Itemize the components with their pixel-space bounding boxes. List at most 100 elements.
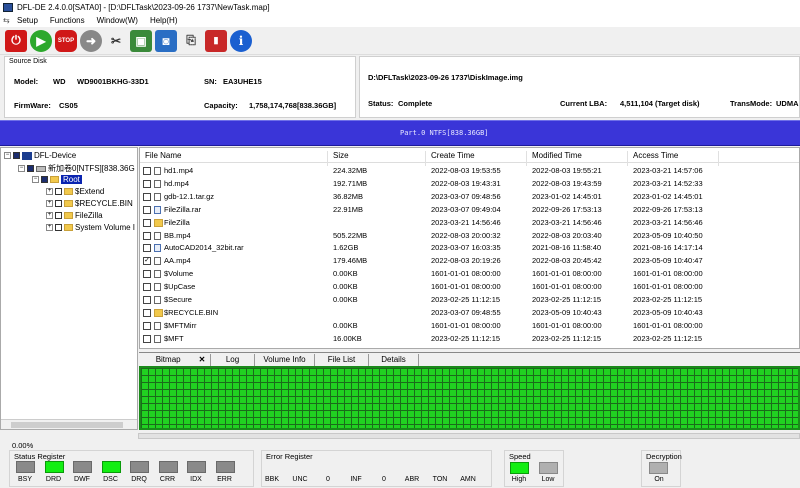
close-icon[interactable]: ✕ — [199, 355, 206, 364]
tree-node-system-volume[interactable]: + System Volume I — [46, 223, 135, 232]
expand-icon[interactable]: + — [46, 212, 53, 219]
next-button[interactable]: ➜ — [80, 29, 102, 52]
row-checkbox[interactable] — [143, 321, 151, 330]
tree-checkbox[interactable] — [55, 188, 62, 195]
expand-icon[interactable]: + — [46, 188, 53, 195]
row-checkbox[interactable] — [143, 205, 151, 214]
scrollbar-thumb[interactable] — [11, 422, 123, 428]
expand-icon[interactable]: + — [46, 200, 53, 207]
column-separator[interactable] — [627, 151, 628, 166]
access-time-cell: 2023-05-09 10:40:43 — [633, 307, 703, 317]
tab-file-list[interactable]: File List — [315, 354, 369, 366]
tree-node-device[interactable]: − DFL-Device — [4, 151, 76, 160]
row-checkbox[interactable] — [143, 218, 151, 227]
table-row[interactable]: BB.mp4 505.22MB 2022-08-03 20:00:32 2022-08… — [140, 230, 799, 242]
table-row[interactable]: $RECYCLE.BIN 2023-03-07 09:48:55 2023-05-0… — [140, 307, 799, 319]
horizontal-scrollbar[interactable] — [138, 433, 800, 439]
column-separator[interactable] — [718, 151, 719, 166]
table-row[interactable]: FileZilla.rar 22.91MB 2023-03-07 09:49:04 2… — [140, 204, 799, 216]
row-checkbox[interactable] — [143, 244, 151, 253]
lock-button[interactable]: ▮ — [205, 29, 227, 52]
tab-volume-info[interactable]: Volume Info — [255, 354, 315, 366]
collapse-icon[interactable]: − — [32, 176, 39, 183]
swap-icon[interactable]: ⇆ — [3, 16, 17, 25]
column-separator[interactable] — [526, 151, 527, 166]
tab-details[interactable]: Details — [369, 354, 419, 366]
column-separator[interactable] — [425, 151, 426, 166]
firmware-label: FirmWare: — [14, 101, 51, 110]
tab-bitmap[interactable]: Bitmap ✕ — [151, 354, 211, 366]
info-button[interactable]: i — [230, 29, 252, 52]
table-row[interactable]: FileZilla 2023-03-21 14:56:46 2023-03-21 1… — [140, 217, 799, 229]
row-checkbox[interactable]: ✓ — [143, 257, 151, 266]
stop-button[interactable]: STOP — [55, 29, 77, 52]
table-row[interactable]: $MFTMirr 0.00KB 1601-01-01 08:00:00 1601-01… — [140, 320, 799, 332]
tree-node-filezilla[interactable]: + FileZilla — [46, 211, 103, 220]
row-checkbox[interactable] — [143, 296, 151, 304]
tab-log[interactable]: Log — [211, 354, 255, 366]
table-row[interactable]: $MFT 16.00KB 2023-02-25 11:12:15 2023-02-25… — [140, 333, 799, 345]
tree-checkbox[interactable] — [55, 212, 62, 219]
file-name-cell: FileZilla — [164, 217, 190, 227]
status-bit-label: DWF — [74, 476, 90, 483]
row-checkbox[interactable] — [143, 308, 151, 317]
column-file-name[interactable]: File Name — [145, 151, 181, 160]
table-row[interactable]: AutoCAD2014_32bit.rar 1.62GB 2023-03-07 16… — [140, 242, 799, 254]
file-icon — [154, 179, 161, 188]
collapse-icon[interactable]: − — [4, 152, 11, 159]
table-row[interactable]: $LogFile 0.00KB 1601-01-01 08:00:00 1601-01… — [140, 346, 799, 348]
column-modified-time[interactable]: Modified Time — [532, 151, 582, 160]
menu-functions[interactable]: Functions — [50, 16, 85, 25]
status-value: Complete — [398, 99, 433, 108]
table-row[interactable]: gdb-12.1.tar.gz 36.82MB 2023-03-07 09:48:5… — [140, 191, 799, 203]
column-create-time[interactable]: Create Time — [431, 151, 475, 160]
tree-node-extend[interactable]: + $Extend — [46, 187, 104, 196]
row-checkbox[interactable] — [143, 167, 151, 175]
tools-button[interactable]: ✂ — [105, 30, 127, 52]
copy-button[interactable]: ⎘ — [180, 30, 202, 52]
disk-button[interactable]: ◙ — [155, 29, 177, 52]
folder-tree: − DFL-Device − 新加卷0[NTFS][838.36G − Root… — [0, 147, 138, 430]
tree-checkbox[interactable] — [13, 152, 20, 159]
sn-value: EA3UHE15 — [223, 77, 262, 86]
column-size[interactable]: Size — [333, 151, 349, 160]
table-row[interactable]: $Volume 0.00KB 1601-01-01 08:00:00 1601-01-… — [140, 268, 799, 280]
row-checkbox[interactable] — [143, 179, 151, 188]
row-checkbox[interactable] — [143, 231, 151, 240]
file-name-cell: $LogFile — [164, 347, 193, 348]
menu-help[interactable]: Help(H) — [150, 16, 178, 25]
tree-checkbox[interactable] — [55, 224, 62, 231]
modified-time-cell: 1601-01-01 08:00:00 — [532, 269, 602, 279]
table-row[interactable]: ✓ AA.mp4 179.46MB 2022-08-03 20:19:26 2022-0… — [140, 255, 799, 267]
start-button[interactable]: ▶ — [30, 29, 52, 52]
stop-icon: STOP — [57, 37, 75, 44]
row-checkbox[interactable] — [143, 192, 151, 201]
column-separator[interactable] — [327, 151, 328, 166]
table-row[interactable]: $UpCase 0.00KB 1601-01-01 08:00:00 1601-01-… — [140, 281, 799, 293]
row-checkbox[interactable] — [143, 347, 151, 348]
collapse-icon[interactable]: − — [18, 165, 25, 172]
table-row[interactable]: $Secure 0.00KB 2023-02-25 11:12:15 2023-02-… — [140, 294, 799, 306]
column-access-time[interactable]: Access Time — [633, 151, 678, 160]
tree-node-root[interactable]: − Root — [32, 175, 82, 184]
tree-checkbox[interactable] — [55, 200, 62, 207]
tree-node-recycle[interactable]: + $RECYCLE.BIN — [46, 199, 133, 208]
row-checkbox[interactable] — [143, 334, 151, 343]
create-time-cell: 2022-08-03 20:19:26 — [431, 256, 501, 266]
tree-node-volume[interactable]: − 新加卷0[NTFS][838.36G — [18, 163, 135, 174]
power-button[interactable]: ⏻ — [5, 29, 27, 52]
expand-icon[interactable]: + — [46, 224, 53, 231]
row-checkbox[interactable] — [143, 283, 151, 292]
table-row[interactable]: hd.mp4 192.71MB 2022-08-03 19:43:31 2022-08… — [140, 178, 799, 190]
disk-icon: ◙ — [162, 33, 170, 48]
menu-window[interactable]: Window(W) — [97, 16, 138, 25]
partition-bar[interactable]: Part.0 NTFS[838.36GB] — [0, 120, 800, 146]
menu-setup[interactable]: Setup — [17, 16, 38, 25]
tree-checkbox[interactable] — [41, 176, 48, 183]
image-button[interactable]: ▣ — [130, 29, 152, 52]
tree-horizontal-scrollbar[interactable] — [1, 419, 137, 429]
row-checkbox[interactable] — [143, 270, 151, 279]
tree-checkbox[interactable] — [27, 165, 34, 172]
arrow-right-icon: ➜ — [85, 33, 97, 48]
table-row[interactable]: hd1.mp4 224.32MB 2022-08-03 19:53:55 2022-0… — [140, 165, 799, 177]
